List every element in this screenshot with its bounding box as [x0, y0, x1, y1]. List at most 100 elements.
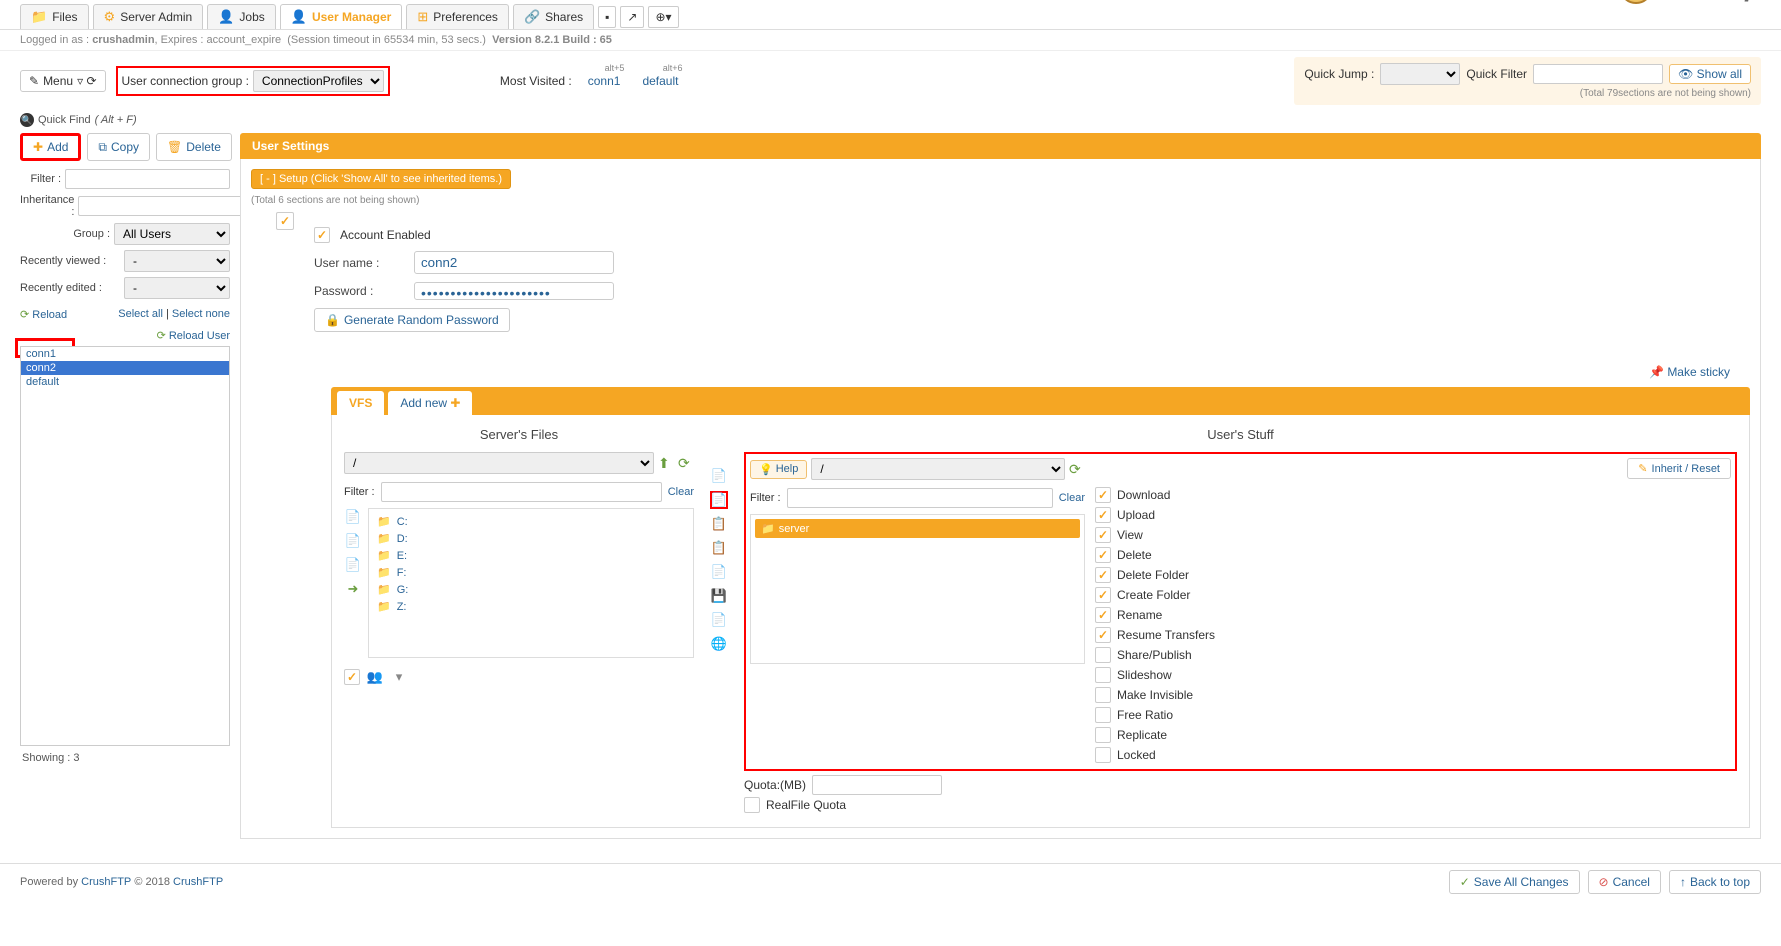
perm-label: Create Folder — [1117, 588, 1190, 602]
select-none-link[interactable]: Select none — [172, 308, 230, 320]
add-new-tab[interactable]: Add new ✚ — [388, 391, 472, 415]
tool-icon[interactable]: 📄 — [344, 532, 362, 550]
server-folder-item[interactable]: 📁server — [755, 519, 1080, 538]
perm-checkbox[interactable] — [1095, 667, 1111, 683]
cancel-button[interactable]: ⊘Cancel — [1588, 870, 1661, 894]
check-toggle[interactable] — [344, 669, 360, 685]
quota-input[interactable] — [812, 775, 942, 795]
connection-group-select[interactable]: ConnectionProfiles — [253, 70, 384, 92]
user-stuff-list[interactable]: 📁server — [750, 514, 1085, 664]
tab-mini-2[interactable]: ↗ — [620, 6, 644, 28]
inherit-input[interactable] — [78, 196, 243, 216]
perm-checkbox[interactable] — [1095, 527, 1111, 543]
perm-checkbox[interactable] — [1095, 607, 1111, 623]
perm-checkbox[interactable] — [1095, 747, 1111, 763]
perm-checkbox[interactable] — [1095, 567, 1111, 583]
menu-button[interactable]: ✎ Menu ▿ ⟳ — [20, 70, 106, 92]
perm-checkbox[interactable] — [1095, 587, 1111, 603]
status-bar: Logged in as : crushadmin , Expires : ac… — [0, 30, 1781, 51]
perm-checkbox[interactable] — [1095, 547, 1111, 563]
up-icon[interactable]: ⬆ — [658, 455, 674, 471]
tab-shares[interactable]: 🔗Shares — [513, 4, 594, 29]
reload-user-link[interactable]: ⟳ Reload User — [157, 329, 230, 342]
transfer-icon[interactable]: 📄 — [710, 491, 728, 509]
delete-button[interactable]: 🗑Delete — [156, 133, 232, 161]
show-all-button[interactable]: 👁 Show all — [1669, 64, 1751, 84]
drive-item[interactable]: 📁D: — [373, 530, 689, 547]
tab-mini-1[interactable]: ▪ — [598, 6, 616, 28]
tab-server-admin[interactable]: ⚙Server Admin — [93, 4, 204, 29]
transfer-icon[interactable]: 📄 — [710, 563, 728, 581]
make-sticky-link[interactable]: 📌 Make sticky — [1649, 365, 1730, 379]
down-arrow-icon[interactable]: ➜ — [344, 580, 362, 598]
password-input[interactable]: •••••••••••••••••••••• — [414, 282, 614, 300]
save-all-button[interactable]: ✓Save All Changes — [1449, 870, 1580, 894]
section-checkbox[interactable] — [276, 212, 294, 230]
perm-checkbox[interactable] — [1095, 647, 1111, 663]
recently-edited-select[interactable]: - — [124, 277, 230, 299]
account-enabled-checkbox[interactable] — [314, 227, 330, 243]
most-visited-conn1[interactable]: alt+5conn1 — [582, 72, 627, 90]
perm-checkbox[interactable] — [1095, 627, 1111, 643]
tool-icon[interactable]: 📄 — [344, 556, 362, 574]
tool-icon[interactable]: 📄 — [344, 508, 362, 526]
drive-item[interactable]: 📁Z: — [373, 598, 689, 615]
list-item[interactable]: default — [21, 375, 229, 389]
transfer-icon[interactable]: 💾 — [710, 587, 728, 605]
server-file-list[interactable]: 📁C: 📁D: 📁E: 📁F: 📁G: 📁Z: — [368, 508, 694, 658]
crushftp-link[interactable]: CrushFTP — [81, 876, 131, 888]
list-item[interactable]: conn1 — [21, 347, 229, 361]
drive-item[interactable]: 📁F: — [373, 564, 689, 581]
transfer-icon[interactable]: 📄 — [710, 611, 728, 629]
inherit-reset-button[interactable]: ✎Inherit / Reset — [1627, 458, 1731, 479]
filter-label: Filter : — [750, 492, 781, 504]
user-path-select[interactable]: / — [811, 458, 1065, 480]
server-filter-input[interactable] — [381, 482, 662, 502]
list-item[interactable]: conn2 — [21, 361, 229, 375]
user-icon[interactable]: 👥 — [366, 668, 384, 686]
refresh-icon[interactable]: ⟳ — [1069, 461, 1085, 477]
copy-button[interactable]: ⧉Copy — [87, 133, 150, 161]
username-input[interactable] — [414, 251, 614, 274]
reload-link[interactable]: ⟳ Reload — [20, 308, 67, 321]
quick-jump-select[interactable] — [1380, 63, 1460, 85]
generate-password-button[interactable]: 🔒Generate Random Password — [314, 308, 510, 332]
select-all-link[interactable]: Select all — [118, 308, 163, 320]
perm-checkbox[interactable] — [1095, 507, 1111, 523]
clear-link[interactable]: Clear — [668, 486, 694, 498]
tab-jobs[interactable]: 👤Jobs — [207, 4, 276, 29]
transfer-icon[interactable]: 📄 — [710, 467, 728, 485]
back-to-top-button[interactable]: ↑Back to top — [1669, 870, 1761, 894]
refresh-icon[interactable]: ⟳ — [678, 455, 694, 471]
globe-icon[interactable]: 🌐 — [710, 635, 728, 653]
recently-viewed-select[interactable]: - — [124, 250, 230, 272]
setup-toggle[interactable]: [ - ] Setup (Click 'Show All' to see inh… — [251, 169, 511, 189]
crushftp-link[interactable]: CrushFTP — [173, 876, 223, 888]
perm-checkbox[interactable] — [1095, 487, 1111, 503]
quick-filter-input[interactable] — [1533, 64, 1663, 84]
help-button[interactable]: 💡Help — [750, 460, 807, 479]
drive-item[interactable]: 📁C: — [373, 513, 689, 530]
drive-item[interactable]: 📁G: — [373, 581, 689, 598]
server-path-select[interactable]: / — [344, 452, 654, 474]
user-list[interactable]: conn1 conn2 default — [20, 346, 230, 746]
realfile-checkbox[interactable] — [744, 797, 760, 813]
tab-mini-3[interactable]: ⊕▾ — [648, 6, 678, 28]
chevron-down-icon[interactable]: ▾ — [390, 668, 408, 686]
filter-input[interactable] — [65, 169, 230, 189]
group-select[interactable]: All Users — [114, 223, 230, 245]
tab-files[interactable]: 📁Files — [20, 4, 89, 29]
perm-checkbox[interactable] — [1095, 687, 1111, 703]
most-visited-default[interactable]: alt+6default — [636, 72, 684, 90]
tab-user-manager[interactable]: 👤User Manager — [280, 4, 403, 29]
vfs-tab[interactable]: VFS — [337, 391, 384, 415]
transfer-icon[interactable]: 📋 — [710, 539, 728, 557]
transfer-icon[interactable]: 📋 — [710, 515, 728, 533]
add-button[interactable]: ✚Add — [20, 133, 81, 161]
perm-checkbox[interactable] — [1095, 707, 1111, 723]
user-filter-input[interactable] — [787, 488, 1053, 508]
tab-preferences[interactable]: ⊞Preferences — [406, 4, 509, 29]
clear-link[interactable]: Clear — [1059, 492, 1085, 504]
perm-checkbox[interactable] — [1095, 727, 1111, 743]
drive-item[interactable]: 📁E: — [373, 547, 689, 564]
